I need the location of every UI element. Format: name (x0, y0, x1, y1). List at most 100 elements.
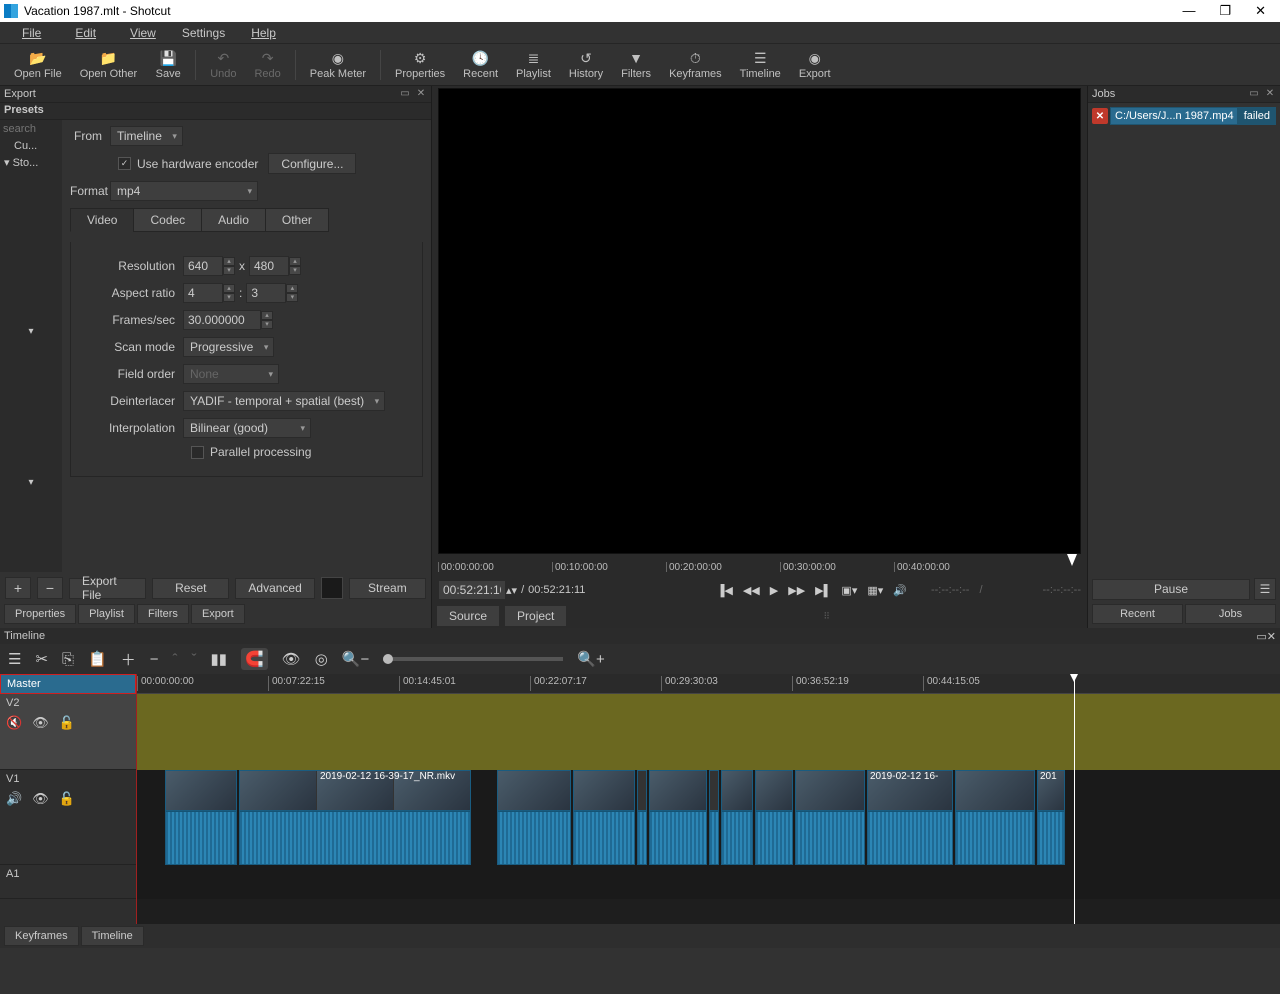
clip-12[interactable] (955, 770, 1035, 865)
recent-button[interactable]: 🕓Recent (455, 47, 506, 82)
timeline-ruler[interactable]: 00:00:00:00 00:07:22:15 00:14:45:01 00:2… (137, 674, 1280, 694)
interpolation-select[interactable]: Bilinear (good) (183, 418, 311, 438)
clip-4[interactable] (573, 770, 635, 865)
clip-5[interactable] (637, 770, 647, 865)
panel-drag-handle[interactable]: ⠿ (823, 611, 831, 622)
preset-chevron-1[interactable]: ▾ (0, 324, 62, 339)
preset-item-stock[interactable]: ▾ Sto... (0, 154, 62, 171)
a1-lane[interactable] (137, 865, 1280, 899)
clip-6[interactable] (649, 770, 707, 865)
v2-lane[interactable] (137, 694, 1280, 770)
menu-help[interactable]: Help (235, 24, 292, 42)
configure-button[interactable]: Configure... (268, 153, 356, 174)
history-button[interactable]: ↺History (561, 47, 611, 82)
tab-other[interactable]: Other (265, 208, 329, 232)
hide-v2-icon[interactable]: 👁 (32, 715, 49, 731)
clip-2[interactable]: 2019-02-12 16-39-17_NR.mkv (239, 770, 471, 865)
maximize-button[interactable]: ❐ (1219, 3, 1231, 19)
tl-menu-icon[interactable]: ☰ (8, 650, 21, 668)
volume-icon[interactable]: 🔊 (893, 584, 907, 597)
clip-7[interactable] (709, 770, 719, 865)
track-head-master[interactable]: Master (0, 674, 136, 694)
color-swatch[interactable] (321, 577, 343, 599)
skip-prev-button[interactable]: ▐◀ (717, 584, 733, 597)
mute-v1-icon[interactable]: 🔊 (6, 791, 22, 807)
tab-codec[interactable]: Codec (133, 208, 202, 232)
tab-video[interactable]: Video (70, 208, 134, 232)
fps-input[interactable] (183, 310, 261, 330)
menu-edit[interactable]: Edit (59, 24, 112, 42)
menu-file[interactable]: File (6, 24, 57, 42)
monitor-ruler[interactable]: 00:00:00:00 00:10:00:00 00:20:00:00 00:3… (432, 554, 1087, 576)
video-viewer[interactable] (438, 88, 1081, 554)
jobs-tab[interactable]: Jobs (1185, 604, 1276, 624)
redo-button[interactable]: ↷Redo (246, 47, 288, 82)
peak-meter-button[interactable]: ◉Peak Meter (302, 47, 374, 82)
skip-next-button[interactable]: ▶▌ (815, 584, 831, 597)
source-tab-button[interactable]: Source (436, 605, 500, 627)
job-cancel-icon[interactable]: ✕ (1092, 108, 1108, 124)
append-icon[interactable]: ＋ (121, 649, 136, 670)
undock-icon[interactable]: ▭ (399, 89, 411, 99)
scrub-icon[interactable]: 👁 (282, 650, 301, 668)
clip-9[interactable] (755, 770, 793, 865)
track-head-v1[interactable]: V1 🔊 👁 🔓 (0, 770, 136, 865)
lock-v2-icon[interactable]: 🔓 (59, 715, 75, 731)
ripple-icon[interactable]: ◎ (315, 650, 328, 668)
bottom-tab-keyframes[interactable]: Keyframes (4, 926, 79, 946)
timeline-button[interactable]: ☰Timeline (732, 47, 789, 82)
snap-icon[interactable]: 🧲 (241, 648, 268, 670)
rewind-button[interactable]: ◀◀ (743, 584, 760, 597)
open-file-button[interactable]: 📂Open File (6, 47, 70, 82)
reset-button[interactable]: Reset (152, 578, 229, 599)
menu-view[interactable]: View (114, 24, 172, 42)
playlist-button[interactable]: ≣Playlist (508, 47, 559, 82)
bottom-tab-timeline[interactable]: Timeline (81, 926, 144, 946)
stream-button[interactable]: Stream (349, 578, 426, 599)
res-w-down[interactable]: ▾ (223, 266, 235, 275)
v1-lane[interactable]: 2019-02-12 16-39-17_NR.mkv 2019-02-12 16… (137, 770, 1280, 865)
jobs-menu-button[interactable]: ☰ (1254, 578, 1276, 600)
zoom-fit-icon[interactable]: ▣▾ (841, 584, 857, 597)
playhead-marker[interactable] (1067, 554, 1077, 566)
close-timeline-icon[interactable]: ✕ (1267, 630, 1276, 643)
from-select[interactable]: Timeline (110, 126, 183, 146)
subtab-filters[interactable]: Filters (137, 604, 189, 624)
subtab-playlist[interactable]: Playlist (78, 604, 135, 624)
undock-timeline-icon[interactable]: ▭ (1256, 630, 1266, 643)
play-button[interactable]: ▶ (770, 584, 778, 597)
lock-v1-icon[interactable]: 🔓 (59, 791, 75, 807)
overwrite-icon[interactable]: ˇ (192, 651, 197, 668)
preset-item-custom[interactable]: Cu... (0, 138, 62, 154)
hw-encoder-checkbox[interactable]: ✓ (118, 157, 131, 170)
export-button[interactable]: ◉Export (791, 47, 839, 82)
clip-11[interactable]: 2019-02-12 16- (867, 770, 953, 865)
job-row[interactable]: ✕ C:/Users/J...n 1987.mp4 failed (1092, 107, 1276, 125)
undo-button[interactable]: ↶Undo (202, 47, 244, 82)
res-h-up[interactable]: ▴ (289, 257, 301, 266)
aspect-a-input[interactable] (183, 283, 223, 303)
copy-icon[interactable]: ⎘ (62, 651, 74, 668)
close-panel-icon[interactable]: ✕ (415, 89, 427, 99)
mute-v2-icon[interactable]: 🔇 (6, 715, 22, 731)
parallel-processing-checkbox[interactable] (191, 446, 204, 459)
tab-audio[interactable]: Audio (201, 208, 266, 232)
close-button[interactable]: ✕ (1255, 3, 1266, 19)
save-button[interactable]: 💾Save (147, 47, 189, 82)
advanced-button[interactable]: Advanced (235, 578, 314, 599)
close-jobs-icon[interactable]: ✕ (1264, 89, 1276, 99)
scan-mode-select[interactable]: Progressive (183, 337, 274, 357)
remove-icon[interactable]: − (150, 651, 159, 668)
current-timecode-input[interactable] (438, 580, 506, 600)
fast-forward-button[interactable]: ▶▶ (788, 584, 805, 597)
cut-icon[interactable]: ✂ (35, 650, 48, 668)
resolution-width-input[interactable] (183, 256, 223, 276)
export-file-button[interactable]: Export File (69, 578, 146, 599)
paste-icon[interactable]: 📋 (88, 650, 107, 668)
recent-tab[interactable]: Recent (1092, 604, 1183, 624)
pause-jobs-button[interactable]: Pause (1092, 579, 1250, 600)
timeline-playhead[interactable] (1074, 674, 1075, 924)
keyframes-button[interactable]: ⏱Keyframes (661, 47, 730, 82)
clip-10[interactable] (795, 770, 865, 865)
split-icon[interactable]: ▮▮ (211, 650, 228, 668)
